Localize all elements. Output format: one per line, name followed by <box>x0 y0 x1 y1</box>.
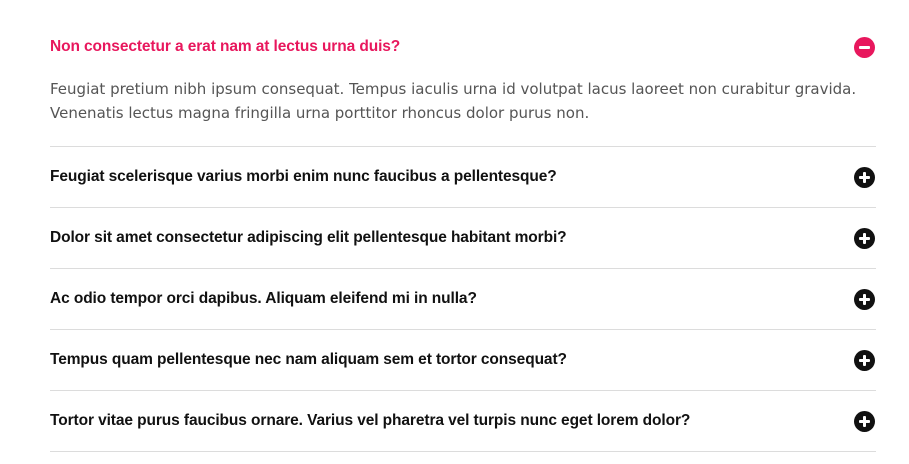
faq-item: Ac odio tempor orci dapibus. Aliquam ele… <box>50 269 876 330</box>
faq-question-toggle[interactable]: Ac odio tempor orci dapibus. Aliquam ele… <box>50 269 876 329</box>
plus-circle-icon[interactable] <box>854 288 875 310</box>
faq-question[interactable]: Dolor sit amet consectetur adipiscing el… <box>50 229 567 247</box>
faq-question-toggle[interactable]: Tempus quam pellentesque nec nam aliquam… <box>50 330 876 390</box>
faq-item: Dolor sit amet consectetur adipiscing el… <box>50 208 876 269</box>
minus-bar <box>859 45 870 49</box>
faq-item: Non consectetur a erat nam at lectus urn… <box>50 17 876 147</box>
plus-bar-vertical <box>863 354 866 366</box>
plus-bar-vertical <box>863 293 866 305</box>
faq-item: Tortor vitae purus faucibus ornare. Vari… <box>50 391 876 452</box>
faq-question[interactable]: Tempus quam pellentesque nec nam aliquam… <box>50 351 567 369</box>
plus-circle-icon[interactable] <box>854 410 875 432</box>
faq-question[interactable]: Ac odio tempor orci dapibus. Aliquam ele… <box>50 290 477 308</box>
minus-circle-icon[interactable] <box>854 36 875 58</box>
plus-bar-vertical <box>863 232 866 244</box>
plus-circle-icon[interactable] <box>854 166 875 188</box>
faq-question-toggle[interactable]: Feugiat scelerisque varius morbi enim nu… <box>50 147 876 207</box>
faq-question-toggle[interactable]: Tortor vitae purus faucibus ornare. Vari… <box>50 391 876 451</box>
faq-question-toggle[interactable]: Non consectetur a erat nam at lectus urn… <box>50 17 876 77</box>
faq-answer: Feugiat pretium nibh ipsum consequat. Te… <box>50 80 857 122</box>
plus-circle-icon[interactable] <box>854 349 875 371</box>
faq-question[interactable]: Feugiat scelerisque varius morbi enim nu… <box>50 168 557 186</box>
faq-question[interactable]: Non consectetur a erat nam at lectus urn… <box>50 38 400 56</box>
faq-accordion: Non consectetur a erat nam at lectus urn… <box>50 17 876 452</box>
faq-question-toggle[interactable]: Dolor sit amet consectetur adipiscing el… <box>50 208 876 268</box>
faq-item: Tempus quam pellentesque nec nam aliquam… <box>50 330 876 391</box>
faq-item: Feugiat scelerisque varius morbi enim nu… <box>50 147 876 208</box>
faq-question[interactable]: Tortor vitae purus faucibus ornare. Vari… <box>50 412 690 430</box>
plus-circle-icon[interactable] <box>854 227 875 249</box>
plus-bar-vertical <box>863 171 866 183</box>
plus-bar-vertical <box>863 415 866 427</box>
